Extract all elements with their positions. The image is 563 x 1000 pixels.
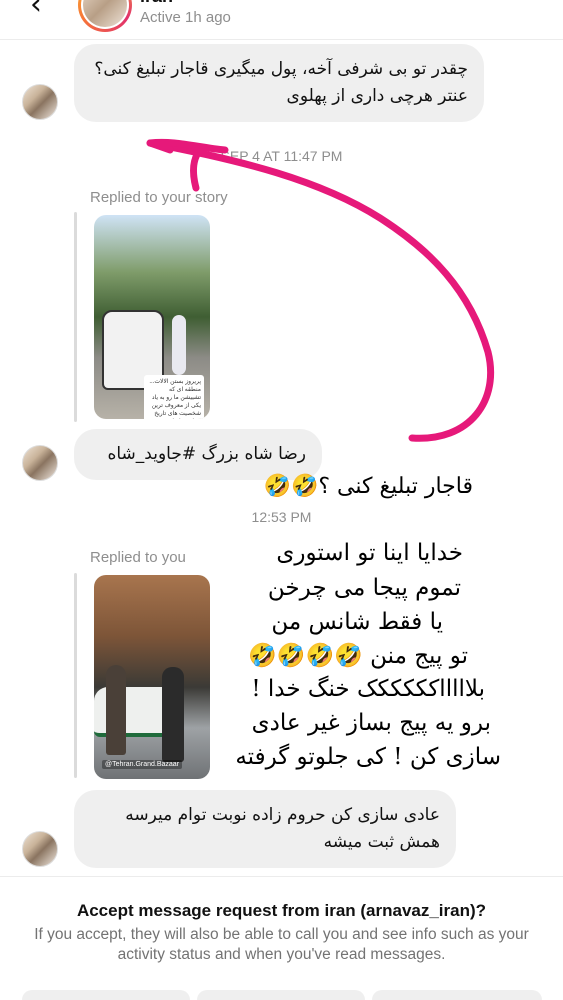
annotation-text: برو یه پیج بساز غیر عادی <box>251 710 491 736</box>
story-caption: پریروز بستن الالات... منطقه ای که تشییشن… <box>144 375 204 419</box>
message-bubble[interactable]: چقدر تو بی شرفی آخه، پول میگیری قاجار تب… <box>74 44 484 122</box>
active-status: Active 1h ago <box>140 9 231 26</box>
replied-to-label: Replied to you <box>90 549 186 566</box>
message-bubble[interactable]: رضا شاه بزرگ #جاوید_شاه <box>74 429 322 480</box>
story-person <box>106 665 126 755</box>
accept-button[interactable] <box>372 990 542 1000</box>
timestamp: 12:53 PM <box>251 509 312 525</box>
annotation-text: تو پیج منن 🤣🤣🤣🤣 <box>248 643 468 669</box>
replied-to-story-label: Replied to your story <box>90 189 228 206</box>
sender-avatar[interactable] <box>22 831 58 867</box>
delete-button[interactable] <box>197 990 365 1000</box>
reply-indicator-bar <box>74 212 77 422</box>
back-chevron-icon[interactable]: ‹ <box>30 0 42 20</box>
sender-avatar[interactable] <box>22 445 58 481</box>
chat-header: ‹ iran Active 1h ago <box>0 0 563 40</box>
block-button[interactable] <box>22 990 190 1000</box>
annotation-text: قاجار تبلیغ کنی ؟🤣🤣 <box>263 474 473 499</box>
story-thumbnail[interactable]: @Tehran.Grand.Bazaar <box>94 575 210 779</box>
request-title: Accept message request from iran (arnava… <box>76 901 487 920</box>
sender-avatar[interactable] <box>22 84 58 120</box>
story-person <box>162 667 184 762</box>
annotation-text: یا فقط شانس من <box>271 609 443 635</box>
annotation-text: خدایا اینا تو استوری <box>276 540 463 566</box>
annotation-text: سازی کن ! کی جلوتو گرفته <box>235 744 501 770</box>
request-description: If you accept, they will also be able to… <box>34 926 529 963</box>
story-thumbnail[interactable]: پریروز بستن الالات... منطقه ای که تشییشن… <box>94 215 210 419</box>
message-request-panel: Accept message request from iran (arnava… <box>0 876 563 1000</box>
timestamp: SEP 4 AT 11:47 PM <box>220 148 343 164</box>
annotation-text: تموم پیجا می چرخن <box>267 575 461 601</box>
story-tag: @Tehran.Grand.Bazaar <box>102 760 183 769</box>
profile-name[interactable]: iran <box>140 0 173 7</box>
profile-avatar[interactable] <box>78 0 132 32</box>
reply-indicator-bar <box>74 573 77 778</box>
message-bubble[interactable]: عادی سازی کن حروم زاده نوبت توام میرسه ه… <box>74 790 456 868</box>
story-person <box>172 315 186 375</box>
annotation-text: بلاااااکککککک خنگ خدا ! <box>251 676 485 702</box>
